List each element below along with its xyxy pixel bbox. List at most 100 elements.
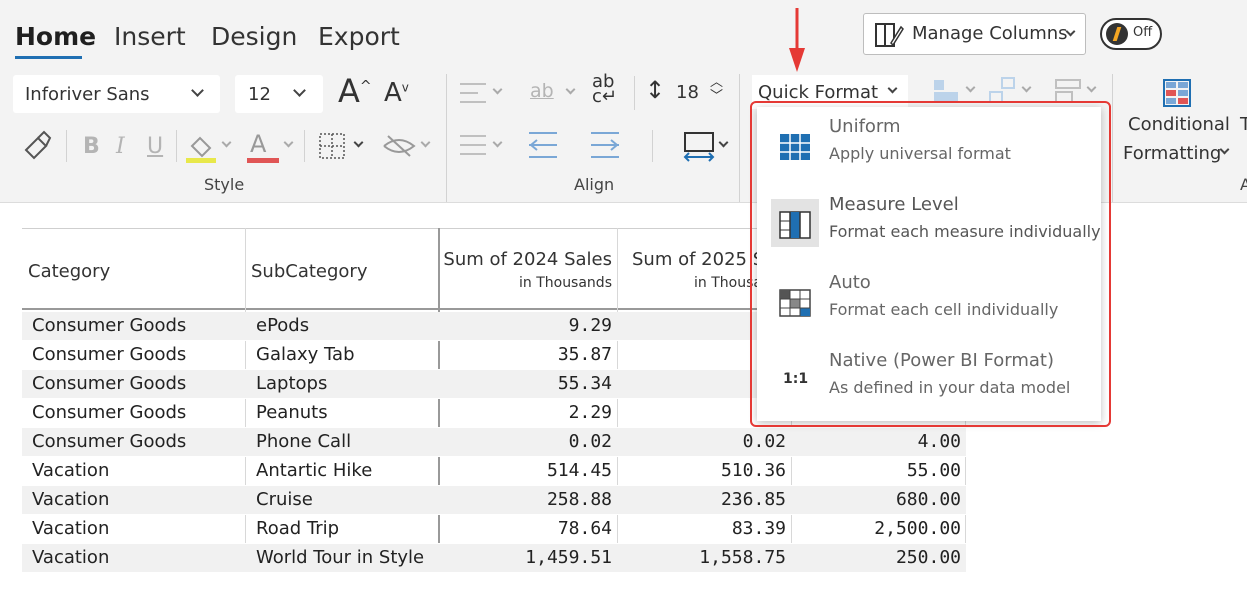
- divider: [176, 130, 177, 162]
- table-row[interactable]: Vacation World Tour in Style 1,459.51 1,558…: [22, 544, 966, 573]
- cell-third-measure: 250.00: [895, 547, 961, 568]
- manage-columns-label: Manage Columns: [912, 23, 1068, 44]
- vertical-align-icon[interactable]: [458, 132, 488, 158]
- decrease-font-size-icon[interactable]: Av: [384, 78, 409, 108]
- font-size-value: 12: [248, 84, 271, 105]
- cell-category: Vacation: [32, 547, 110, 568]
- cell-2024-sales: 2.29: [568, 402, 612, 423]
- chevron-down-icon[interactable]: [718, 137, 729, 148]
- cell-third-measure: 55.00: [906, 460, 961, 481]
- spinner-icon[interactable]: ︿ ﹀: [710, 76, 723, 104]
- header-category[interactable]: Category: [22, 229, 245, 311]
- header-2024-sublabel: in Thousands: [518, 275, 612, 291]
- conditional-formatting-label[interactable]: Conditional: [1128, 114, 1230, 135]
- chevron-down-icon[interactable]: [420, 137, 431, 148]
- cell-2025-sales: 83.39: [731, 518, 786, 539]
- chevron-down-icon[interactable]: [283, 137, 294, 148]
- font-size-select[interactable]: 12: [235, 75, 323, 113]
- cell-2024-sales: 258.88: [546, 489, 612, 510]
- cell-subcategory: Antartic Hike: [256, 460, 373, 481]
- line-height-icon: ↕: [645, 76, 666, 104]
- manage-columns-icon: [875, 23, 904, 47]
- divider: [66, 130, 67, 162]
- cell-category: Vacation: [32, 460, 110, 481]
- increase-indent-icon[interactable]: [589, 130, 621, 160]
- cell-2025-sales: 236.85: [720, 489, 786, 510]
- chevron-down-icon[interactable]: [565, 84, 576, 95]
- tab-home[interactable]: Home: [15, 22, 96, 51]
- font-color-icon[interactable]: A: [250, 130, 266, 158]
- power-toggle[interactable]: Off: [1100, 18, 1162, 50]
- underline-icon[interactable]: U: [147, 134, 163, 159]
- divider: [446, 74, 447, 202]
- chevron-down-icon[interactable]: [1021, 82, 1032, 93]
- increase-font-size-icon[interactable]: A^: [338, 72, 372, 110]
- align-left-icon[interactable]: [458, 80, 488, 106]
- format-painter-icon[interactable]: [20, 130, 52, 162]
- font-family-value: Inforiver Sans: [25, 84, 150, 105]
- cell-subcategory: Road Trip: [256, 518, 340, 539]
- cell-subcategory: Galaxy Tab: [256, 344, 355, 365]
- cell-2025-sales: 0.02: [742, 431, 786, 452]
- text-direction-icon[interactable]: ab c↵: [592, 73, 617, 106]
- chevron-down-icon[interactable]: [1086, 82, 1097, 93]
- chevron-down-icon[interactable]: [221, 137, 232, 148]
- table-row[interactable]: Vacation Road Trip 78.64 83.39 2,500.00: [22, 515, 966, 544]
- line-height-value[interactable]: 18: [676, 82, 699, 103]
- font-family-select[interactable]: Inforiver Sans: [13, 75, 220, 113]
- cell-2024-sales: 78.64: [557, 518, 612, 539]
- divider: [634, 76, 635, 110]
- chevron-down-icon: [191, 84, 204, 97]
- cell-third-measure: 4.00: [917, 431, 961, 452]
- manage-columns-button[interactable]: Manage Columns: [863, 13, 1086, 55]
- tab-export[interactable]: Export: [318, 22, 400, 51]
- header-subcategory-label: SubCategory: [251, 261, 368, 282]
- cell-subcategory: Laptops: [256, 373, 328, 394]
- header-2024-label: Sum of 2024 Sales: [443, 249, 612, 270]
- font-color-swatch: [247, 158, 279, 163]
- table-row[interactable]: Vacation Cruise 258.88 236.85 680.00: [22, 486, 966, 515]
- quick-format-label: Quick Format: [758, 82, 879, 103]
- tab-design[interactable]: Design: [211, 22, 297, 51]
- cell-category: Consumer Goods: [32, 402, 187, 423]
- cell-2024-sales: 1,459.51: [525, 547, 612, 568]
- cell-subcategory: World Tour in Style: [256, 547, 425, 568]
- tab-insert[interactable]: Insert: [114, 22, 186, 51]
- group-label-style: Style: [204, 175, 245, 194]
- chevron-down-icon[interactable]: [492, 84, 503, 95]
- table-row[interactable]: Consumer Goods Phone Call 0.02 0.02 4.00: [22, 428, 966, 457]
- header-2024-sales[interactable]: Sum of 2024 Sales in Thousands: [438, 229, 617, 311]
- bold-icon[interactable]: B: [83, 134, 100, 159]
- column-width-icon[interactable]: [682, 130, 716, 162]
- divider: [739, 74, 740, 202]
- borders-icon[interactable]: [318, 132, 346, 160]
- cell-category: Consumer Goods: [32, 431, 187, 452]
- chevron-down-icon[interactable]: [965, 82, 976, 93]
- cell-category: Consumer Goods: [32, 373, 187, 394]
- cell-category: Consumer Goods: [32, 315, 187, 336]
- chevron-down-icon[interactable]: [353, 137, 364, 148]
- red-arrow-annotation: [789, 8, 805, 72]
- cell-2025-sales: 1,558.75: [699, 547, 786, 568]
- cell-category: Consumer Goods: [32, 344, 187, 365]
- conditional-formatting-icon[interactable]: [1162, 78, 1192, 108]
- active-tab-indicator: [15, 56, 82, 59]
- group-label-align: Align: [574, 175, 615, 194]
- cell-subcategory: Peanuts: [256, 402, 328, 423]
- divider: [652, 130, 653, 162]
- cell-category: Vacation: [32, 518, 110, 539]
- next-group-label-partial: T: [1240, 114, 1247, 135]
- italic-icon[interactable]: I: [116, 134, 125, 159]
- table-row[interactable]: Vacation Antartic Hike 514.45 510.36 55.00: [22, 457, 966, 486]
- wrap-text-icon[interactable]: ab: [530, 80, 554, 102]
- conditional-formatting-label-2[interactable]: Formatting: [1123, 143, 1221, 164]
- fill-color-icon[interactable]: [184, 130, 218, 164]
- decrease-indent-icon[interactable]: [527, 130, 559, 160]
- chevron-down-icon[interactable]: [492, 137, 503, 148]
- header-category-label: Category: [28, 261, 111, 282]
- hide-icon[interactable]: [382, 134, 416, 158]
- cell-subcategory: Cruise: [256, 489, 313, 510]
- header-subcategory[interactable]: SubCategory: [245, 229, 438, 311]
- cell-category: Vacation: [32, 489, 110, 510]
- chevron-down-icon: [887, 83, 898, 94]
